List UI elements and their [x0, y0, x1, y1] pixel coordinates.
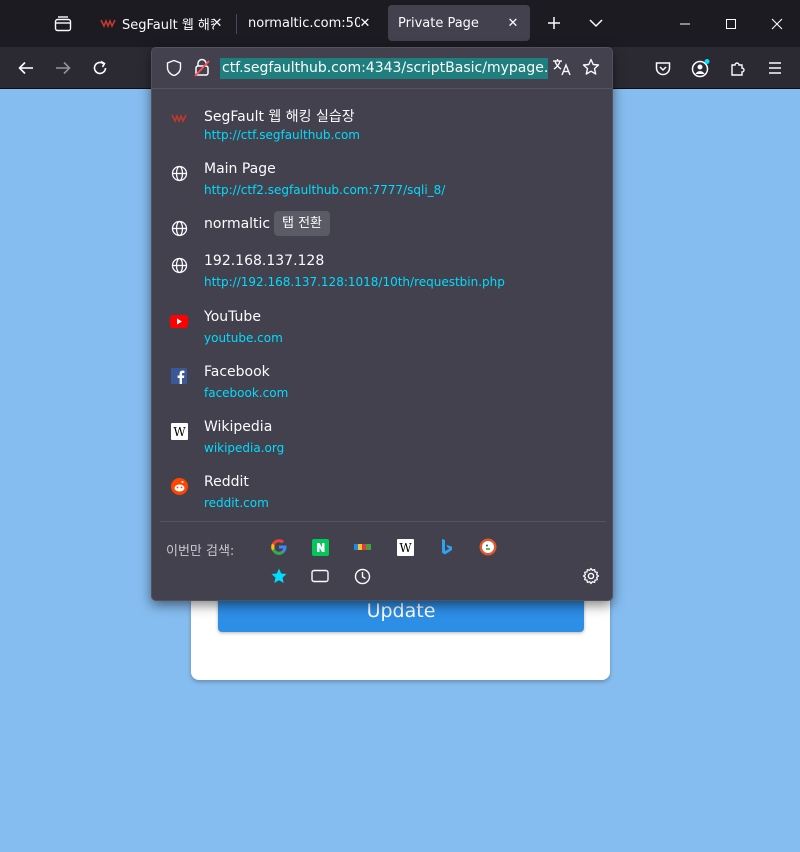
result-url: http://ctf2.segfaulthub.com:7777/sqli_8/: [204, 183, 446, 197]
result-title: normaltic: [204, 216, 271, 232]
forward-button[interactable]: [47, 52, 79, 84]
tab-private-page[interactable]: Private Page ✕: [388, 5, 530, 41]
new-tab-button[interactable]: [540, 8, 568, 38]
duckduckgo-icon[interactable]: [477, 536, 499, 558]
result-url: wikipedia.org: [204, 441, 285, 455]
account-button[interactable]: [685, 52, 717, 84]
svg-text:W: W: [173, 425, 186, 439]
minimize-icon: [680, 23, 690, 24]
globe-icon: [170, 256, 188, 274]
result-row[interactable]: SegFault 웹 해킹 실습장 http://ctf.segfaulthub…: [160, 106, 606, 158]
result-url: http://192.168.137.128:1018/10th/request…: [204, 275, 505, 289]
result-url: http://ctf.segfaulthub.com: [204, 128, 360, 142]
pocket-icon: [655, 61, 671, 75]
urlbar: ctf.segfaulthub.com:4343/scriptBasic/myp…: [152, 48, 612, 89]
wikipedia-icon[interactable]: W: [394, 536, 416, 558]
app-menu-button[interactable]: [759, 52, 791, 84]
bookmark-star-button[interactable]: [582, 58, 602, 78]
svg-text:W: W: [399, 541, 412, 555]
maximize-button[interactable]: [708, 0, 754, 47]
result-title: Reddit: [204, 474, 249, 490]
bing-icon[interactable]: [436, 536, 458, 558]
danawa-icon[interactable]: [352, 536, 374, 558]
result-row[interactable]: YouTube youtube.com: [160, 309, 606, 361]
puzzle-icon: [731, 62, 745, 76]
result-row[interactable]: 192.168.137.128 http://192.168.137.128:1…: [160, 253, 606, 305]
reload-icon: [93, 60, 107, 75]
site-info-button[interactable]: [193, 58, 211, 78]
tab-title: SegFault 웹 해킹 실습장: [122, 17, 214, 33]
pocket-button[interactable]: [647, 52, 679, 84]
segfault-icon: [100, 18, 116, 29]
segfault-icon: [170, 109, 188, 127]
wikipedia-icon: W: [170, 422, 188, 440]
firefox-view-icon: [54, 16, 72, 32]
result-url: reddit.com: [204, 496, 269, 510]
history-icon[interactable]: [351, 565, 373, 587]
result-row-switch-tab[interactable]: normaltic 탭 전환: [160, 211, 606, 246]
translate-icon: [553, 59, 571, 76]
plus-icon: [548, 17, 560, 29]
result-row[interactable]: Facebook facebook.com: [160, 364, 606, 416]
result-title: Main Page: [204, 161, 276, 177]
list-all-tabs-button[interactable]: [582, 8, 610, 38]
back-button[interactable]: [10, 52, 42, 84]
result-title: 192.168.137.128: [204, 253, 325, 269]
result-url: youtube.com: [204, 331, 283, 345]
result-url: facebook.com: [204, 386, 289, 400]
result-title: Wikipedia: [204, 419, 273, 435]
settings-gear-icon[interactable]: [580, 565, 602, 587]
globe-icon: [170, 219, 188, 237]
chevron-down-icon: [589, 19, 603, 28]
tab-strip: SegFault 웹 해킹 실습장 ✕ normaltic.com:5000 ✕…: [0, 0, 800, 47]
google-icon[interactable]: [268, 536, 290, 558]
youtube-icon: [170, 312, 188, 330]
hamburger-icon: [769, 62, 781, 74]
switch-to-tab-badge: 탭 전환: [274, 211, 331, 236]
close-icon: [771, 18, 783, 29]
result-row[interactable]: Reddit reddit.com: [160, 474, 606, 526]
result-title: Facebook: [204, 364, 270, 380]
extensions-button[interactable]: [722, 52, 754, 84]
star-outline-icon: [582, 58, 600, 75]
account-icon: [691, 59, 710, 78]
close-icon[interactable]: ✕: [504, 14, 522, 32]
tab-separator: [236, 14, 237, 34]
url-input[interactable]: ctf.segfaulthub.com:4343/scriptBasic/myp…: [220, 58, 548, 79]
result-row[interactable]: W Wikipedia wikipedia.org: [160, 419, 606, 471]
result-row[interactable]: Main Page http://ctf2.segfaulthub.com:77…: [160, 161, 606, 213]
window-close-button[interactable]: [754, 0, 800, 47]
divider: [160, 521, 606, 522]
maximize-icon: [726, 18, 736, 29]
minimize-button[interactable]: [662, 0, 708, 47]
arrow-left-icon: [18, 61, 33, 75]
firefox-view-button[interactable]: [46, 8, 80, 40]
urlbar-dropdown: ctf.segfaulthub.com:4343/scriptBasic/myp…: [151, 47, 613, 601]
bookmarks-icon[interactable]: [268, 565, 290, 587]
arrow-right-icon: [56, 61, 71, 75]
result-title: SegFault 웹 해킹 실습장: [204, 109, 355, 125]
reddit-icon: [170, 477, 188, 495]
naver-icon[interactable]: [309, 536, 331, 558]
result-title: YouTube: [204, 309, 261, 325]
tab-title: normaltic.com:5000: [248, 15, 360, 31]
tab-title: Private Page: [398, 15, 479, 31]
shield-icon: [166, 59, 182, 77]
search-once-label: 이번만 검색:: [166, 544, 235, 559]
globe-icon: [170, 164, 188, 182]
close-icon[interactable]: ✕: [208, 14, 226, 32]
facebook-icon: [170, 367, 188, 385]
insecure-lock-icon: [194, 58, 210, 77]
tab-normaltic[interactable]: normaltic.com:5000 ✕: [238, 5, 382, 41]
tabs-icon[interactable]: [309, 565, 331, 587]
translate-button[interactable]: [552, 58, 574, 78]
reload-button[interactable]: [84, 52, 116, 84]
close-icon[interactable]: ✕: [356, 14, 374, 32]
tracking-protection-button[interactable]: [165, 59, 183, 77]
tab-segfault[interactable]: SegFault 웹 해킹 실습장 ✕: [90, 5, 234, 41]
